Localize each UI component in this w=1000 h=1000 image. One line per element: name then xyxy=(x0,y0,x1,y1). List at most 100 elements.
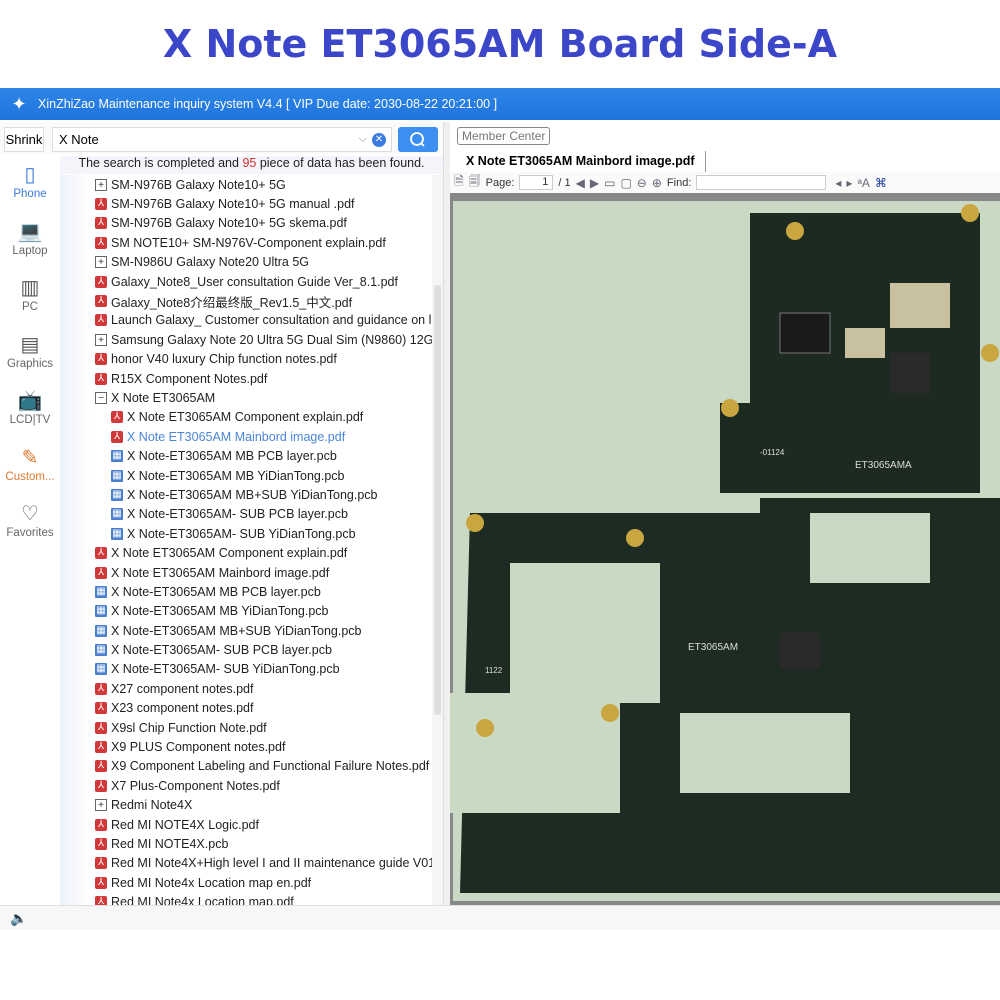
tab-document[interactable]: X Note ET3065AM Mainbord image.pdf xyxy=(450,151,706,172)
list-item[interactable]: ⅄ Red MI Note4x Location map en.pdf xyxy=(60,873,437,892)
list-item-label: X Note ET3065AM Component explain.pdf xyxy=(111,546,348,561)
list-item[interactable]: ⅄ X9 Component Labeling and Functional Fa… xyxy=(60,757,437,776)
sidebar-item-label: PC xyxy=(22,301,38,313)
sidebar-item-phone[interactable]: ▯ Phone xyxy=(0,154,60,211)
next-page-icon[interactable]: ▶ xyxy=(590,176,599,190)
list-item[interactable]: + Samsung Galaxy Note 20 Ultra 5G Dual Si… xyxy=(60,330,437,349)
list-item[interactable]: ⅄ Launch Galaxy_ Customer consultation an… xyxy=(60,311,437,330)
list-item[interactable]: ▦ X Note-ET3065AM- SUB PCB layer.pcb xyxy=(60,640,437,659)
pdf-icon: ⅄ xyxy=(95,275,107,288)
pcb-file-icon: ▦ xyxy=(111,450,123,463)
find-next-icon[interactable]: ▸ xyxy=(846,176,852,190)
list-item-label: X Note-ET3065AM MB YiDianTong.pcb xyxy=(111,604,329,619)
list-item-label: Red MI Note4x Location map.pdf xyxy=(111,895,294,905)
shrink-button[interactable]: Shrink xyxy=(4,127,44,152)
window-title-bar: ✦ XinZhiZao Maintenance inquiry system V… xyxy=(0,88,1000,120)
list-item[interactable]: ⅄ SM-N976B Galaxy Note10+ 5G manual .pdf xyxy=(60,194,437,213)
clear-icon[interactable]: ✕ xyxy=(372,133,386,147)
list-item[interactable]: ⅄ Red MI NOTE4X Logic.pdf xyxy=(60,815,437,834)
list-item[interactable]: ⅄ Galaxy_Note8_User consultation Guide Ve… xyxy=(60,272,437,291)
list-item-label: Red MI NOTE4X.pcb xyxy=(111,836,229,851)
list-item[interactable]: ⅄ Red MI Note4x Location map.pdf xyxy=(60,892,437,905)
collapse-icon[interactable]: − xyxy=(95,391,107,404)
document-panel: Member Center X Note ET3065AM Mainbord i… xyxy=(450,122,1000,905)
list-item[interactable]: ⅄ X Note ET3065AM Mainbord image.pdf xyxy=(60,427,437,446)
zoom-in-icon[interactable]: ⊕ xyxy=(652,176,662,190)
member-center-button[interactable]: Member Center xyxy=(457,127,551,145)
list-item[interactable]: ▦ X Note-ET3065AM MB PCB layer.pcb xyxy=(60,582,437,601)
list-item[interactable]: ⅄ X Note ET3065AM Mainbord image.pdf xyxy=(60,563,437,582)
list-item[interactable]: ⅄ X23 component notes.pdf xyxy=(60,699,437,718)
list-item[interactable]: ▦ X Note-ET3065AM- SUB YiDianTong.pcb xyxy=(60,524,437,543)
list-item[interactable]: ⅄ X7 Plus-Component Notes.pdf xyxy=(60,776,437,795)
save-icon[interactable]: 🗎 xyxy=(454,172,464,193)
zoom-out-icon[interactable]: ⊖ xyxy=(637,176,647,190)
pdf-icon: ⅄ xyxy=(95,353,107,366)
pcb-file-icon: ▦ xyxy=(111,488,123,501)
list-item[interactable]: ⅄ Red MI Note4X+High level I and II maint… xyxy=(60,854,437,873)
list-item[interactable]: ⅄ Red MI NOTE4X.pcb xyxy=(60,834,437,853)
page-input[interactable]: 1 xyxy=(519,175,554,190)
list-item[interactable]: ▦ X Note-ET3065AM MB PCB layer.pcb xyxy=(60,446,437,465)
find-prev-icon[interactable]: ◂ xyxy=(835,176,841,190)
expand-icon[interactable]: + xyxy=(95,256,107,269)
sidebar-item-favorites[interactable]: ♡ Favorites xyxy=(0,493,60,550)
find-input[interactable] xyxy=(696,175,827,190)
match-case-icon[interactable]: ᵃA xyxy=(857,176,869,190)
expand-icon[interactable]: + xyxy=(95,333,107,346)
list-item[interactable]: ▦ X Note-ET3065AM MB+SUB YiDianTong.pcb xyxy=(60,621,437,640)
pcb-file-icon: ▦ xyxy=(95,605,107,618)
list-item[interactable]: ⅄ X Note ET3065AM Component explain.pdf xyxy=(60,543,437,562)
list-item[interactable]: ⅄ honor V40 luxury Chip function notes.pd… xyxy=(60,350,437,369)
chevron-down-icon[interactable]: ⌵ xyxy=(359,128,367,151)
list-item[interactable]: ▦ X Note-ET3065AM MB YiDianTong.pcb xyxy=(60,602,437,621)
list-item[interactable]: + SM-N976B Galaxy Note10+ 5G xyxy=(60,175,437,194)
search-input[interactable]: X Note ⌵ ✕ xyxy=(52,127,392,152)
fit-page-icon[interactable]: ▢ xyxy=(620,176,631,190)
pdf-icon: ⅄ xyxy=(95,741,107,754)
sidebar-item-laptop[interactable]: 💻 Laptop xyxy=(0,211,60,268)
pdf-icon: ⅄ xyxy=(95,295,107,308)
list-item[interactable]: ⅄ X Note ET3065AM Component explain.pdf xyxy=(60,408,437,427)
status-bar: 🔈 xyxy=(0,905,1000,930)
list-item[interactable]: ⅄ X9 PLUS Component notes.pdf xyxy=(60,737,437,756)
list-item[interactable]: ⅄ R15X Component Notes.pdf xyxy=(60,369,437,388)
list-item-label: X Note-ET3065AM MB+SUB YiDianTong.pcb xyxy=(127,487,378,502)
list-item-label: X Note-ET3065AM MB+SUB YiDianTong.pcb xyxy=(111,623,362,638)
list-item[interactable]: ⅄ X9sl Chip Function Note.pdf xyxy=(60,718,437,737)
sidebar-item-lcd-tv[interactable]: 📺 LCD|TV xyxy=(0,380,60,437)
list-item[interactable]: ⅄ SM NOTE10+ SM-N976V-Component explain.p… xyxy=(60,233,437,252)
list-item-label: X Note ET3065AM xyxy=(111,390,216,405)
list-item[interactable]: + Redmi Note4X xyxy=(60,796,437,815)
list-item-label: X7 Plus-Component Notes.pdf xyxy=(111,778,280,793)
fit-width-icon[interactable]: ▭ xyxy=(604,176,615,190)
expand-icon[interactable]: + xyxy=(95,178,107,191)
prev-page-icon[interactable]: ◀ xyxy=(576,176,585,190)
pdf-icon: ⅄ xyxy=(95,779,107,792)
list-item[interactable]: ⅄ SM-N976B Galaxy Note10+ 5G skema.pdf xyxy=(60,214,437,233)
pdf-icon: ⅄ xyxy=(95,721,107,734)
sidebar-item-graphics[interactable]: ▤ Graphics xyxy=(0,324,60,381)
panel-splitter[interactable] xyxy=(443,122,450,905)
list-item[interactable]: + SM-N986U Galaxy Note20 Ultra 5G xyxy=(60,253,437,272)
copy-icon[interactable]: 🗐 xyxy=(469,172,481,193)
sidebar-item-pc[interactable]: ▥ PC xyxy=(0,267,60,324)
list-item[interactable]: ▦ X Note-ET3065AM- SUB PCB layer.pcb xyxy=(60,505,437,524)
list-item-label: Redmi Note4X xyxy=(111,798,193,813)
pdf-viewer[interactable]: ET3065AMA ET3065AM -01124 1122 xyxy=(450,193,1000,905)
pdf-icon: ⅄ xyxy=(95,236,107,249)
scrollbar-thumb[interactable] xyxy=(434,285,441,715)
expand-icon[interactable]: + xyxy=(95,799,107,812)
list-item[interactable]: ▦ X Note-ET3065AM- SUB YiDianTong.pcb xyxy=(60,660,437,679)
search-button[interactable] xyxy=(398,127,438,152)
list-item[interactable]: ▦ X Note-ET3065AM MB+SUB YiDianTong.pcb xyxy=(60,485,437,504)
sidebar-item-custom-[interactable]: ✎ Custom... xyxy=(0,437,60,494)
list-item[interactable]: ⅄ X27 component notes.pdf xyxy=(60,679,437,698)
list-item[interactable]: − X Note ET3065AM xyxy=(60,388,437,407)
list-item-label: SM-N976B Galaxy Note10+ 5G xyxy=(111,177,286,192)
file-tree-scrollbar[interactable] xyxy=(432,175,443,905)
list-item[interactable]: ▦ X Note-ET3065AM MB YiDianTong.pcb xyxy=(60,466,437,485)
speaker-icon[interactable]: 🔈 xyxy=(10,910,27,927)
binoculars-icon[interactable]: ⌘ xyxy=(875,176,887,190)
list-item[interactable]: ⅄ Galaxy_Note8介绍最终版_Rev1.5_中文.pdf xyxy=(60,291,437,310)
